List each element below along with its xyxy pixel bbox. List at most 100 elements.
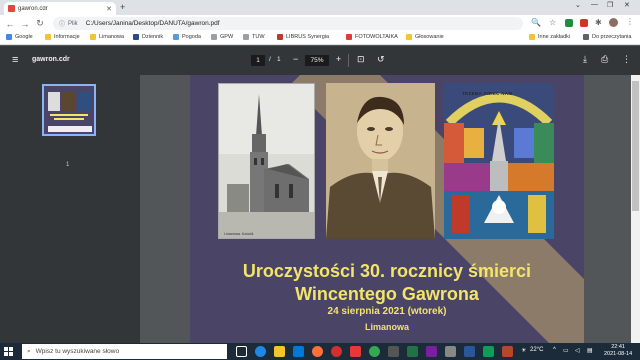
page-number-input[interactable]: 1: [251, 55, 265, 66]
rotate-icon[interactable]: ↺: [377, 54, 385, 65]
bookmark-item[interactable]: Pogoda: [173, 34, 201, 40]
extension-icon[interactable]: [580, 19, 588, 27]
search-icon: ⌕: [27, 347, 31, 355]
firefox-icon[interactable]: [312, 346, 323, 357]
weather-icon[interactable]: ☀: [521, 347, 526, 354]
bookmark-item[interactable]: FOTOWOLTAIKA: [346, 34, 398, 40]
dziennik-icon: [133, 34, 139, 40]
fit-to-page-icon[interactable]: ⊡: [357, 54, 365, 65]
system-clock[interactable]: 22:41 2021-08-14: [604, 344, 632, 358]
app-icon[interactable]: [483, 346, 494, 357]
tab-search-icon[interactable]: ⌄: [575, 1, 581, 9]
extensions-puzzle-icon[interactable]: ✱: [595, 18, 602, 27]
back-icon[interactable]: ←: [4, 19, 16, 29]
hamburger-menu-icon[interactable]: ≡: [12, 54, 18, 66]
bookmark-item[interactable]: Dziennik: [133, 34, 163, 40]
taskbar-search-input[interactable]: ⌕ Wpisz tu wyszukiwane słowo: [22, 344, 227, 359]
clock-time: 22:41: [611, 344, 625, 350]
stained-glass-image: TRZEBA SWIEC NAM: [444, 83, 554, 239]
file-explorer-icon[interactable]: [274, 346, 285, 357]
task-view-icon[interactable]: [236, 346, 247, 357]
zoom-out-icon[interactable]: −: [293, 54, 298, 64]
reload-icon[interactable]: ↻: [34, 18, 46, 29]
folder-icon: [90, 34, 96, 40]
profile-avatar[interactable]: [609, 18, 618, 27]
bookmark-item[interactable]: Do przeczytania: [583, 34, 631, 40]
thumbnail-page-number: 1: [66, 162, 70, 168]
edge-icon[interactable]: [255, 346, 266, 357]
thumbnail-sidebar: 1: [0, 75, 140, 343]
word-icon[interactable]: [464, 346, 475, 357]
address-url[interactable]: C:/Users/Janina/Desktop/DANUTA/gawron.pd…: [86, 20, 220, 27]
powerpoint-icon[interactable]: [502, 346, 513, 357]
pdf-page: Limanowa. Kościół. TRZEBA SWIEC NAM Uroc…: [190, 75, 584, 343]
thumb-logos: [48, 126, 92, 132]
temperature[interactable]: 22°C: [530, 347, 543, 353]
bookmark-item[interactable]: Inne zakładki: [529, 34, 570, 40]
windows-taskbar: ⌕ Wpisz tu wyszukiwane słowo ☀ 22°C ^ ▭ …: [0, 343, 640, 360]
minimize-icon[interactable]: —: [591, 1, 598, 8]
tray-chevron-icon[interactable]: ^: [553, 347, 556, 353]
reading-list-icon: [583, 34, 589, 40]
print-icon[interactable]: ⎙: [601, 54, 608, 65]
zoom-input[interactable]: 75%: [305, 55, 329, 66]
thumb-text: [54, 118, 84, 120]
new-tab-icon[interactable]: +: [120, 2, 125, 13]
page-thumbnail[interactable]: [42, 84, 96, 136]
scrollbar-thumb[interactable]: [632, 81, 639, 211]
bookmark-item[interactable]: Google: [6, 34, 33, 40]
app-icon[interactable]: [350, 346, 361, 357]
tab-strip: gawron.cdr ✕ + ⌄ — ❐ ✕: [0, 0, 640, 15]
app-icon[interactable]: [388, 346, 399, 357]
opera-icon[interactable]: [331, 346, 342, 357]
thumb-text: [50, 114, 88, 116]
volume-icon[interactable]: ◁: [575, 347, 580, 354]
bookmark-item[interactable]: GPW: [211, 34, 233, 40]
extension-icon[interactable]: [565, 19, 573, 27]
bookmark-item[interactable]: Limanowa: [90, 34, 124, 40]
chrome-icon[interactable]: [369, 346, 380, 357]
close-window-icon[interactable]: ✕: [624, 1, 630, 9]
folder-icon: [529, 34, 535, 40]
tab-title: gawron.cdr: [18, 5, 48, 12]
bookmark-item[interactable]: Informacje: [45, 34, 80, 40]
clock-date: 2021-08-14: [604, 351, 633, 357]
more-options-icon[interactable]: ⋮: [622, 54, 631, 65]
store-icon[interactable]: [293, 346, 304, 357]
taskbar-search-placeholder: Wpisz tu wyszukiwane słowo: [35, 348, 120, 355]
excel-icon[interactable]: [407, 346, 418, 357]
pdf-toolbar: ≡ gawron.cdr 1 / 1 − 75% + ⊡ ↺ ⤓ ⎙ ⋮: [0, 46, 640, 75]
tab-close-icon[interactable]: ✕: [106, 5, 112, 13]
folder-icon: [45, 34, 51, 40]
onenote-icon[interactable]: [426, 346, 437, 357]
restore-icon[interactable]: ❐: [607, 1, 613, 9]
zoom-search-icon[interactable]: 🔍: [531, 18, 541, 27]
bookmark-item[interactable]: Głosowanie: [406, 34, 444, 40]
librus-icon: [277, 34, 283, 40]
tuw-icon: [243, 34, 249, 40]
bookmark-item[interactable]: TUW: [243, 34, 265, 40]
bookmark-item[interactable]: LIBRUS Synergia: [277, 34, 329, 40]
bookmark-star-icon[interactable]: ☆: [549, 18, 556, 27]
forward-icon[interactable]: →: [19, 19, 31, 29]
windows-start-icon[interactable]: [0, 343, 16, 360]
church-postcard-image: Limanowa. Kościół.: [218, 83, 315, 239]
address-bar[interactable]: ⓘ Plik C:/Users/Janina/Desktop/DANUTA/ga…: [53, 17, 523, 30]
browser-tab[interactable]: gawron.cdr ✕: [4, 2, 116, 15]
app-icon[interactable]: [445, 346, 456, 357]
menu-dots-icon[interactable]: ⋮: [626, 17, 634, 26]
download-icon[interactable]: ⤓: [583, 54, 587, 65]
network-icon[interactable]: ▭: [563, 347, 569, 354]
event-place: Limanowa: [364, 322, 409, 332]
pdf-file-title: gawron.cdr: [32, 56, 70, 63]
language-icon[interactable]: ▤: [587, 347, 593, 354]
gpw-icon: [211, 34, 217, 40]
event-title-line2: Wincentego Gawrona: [295, 284, 479, 304]
vertical-scrollbar[interactable]: [631, 75, 640, 343]
total-pages: 1: [277, 56, 281, 63]
pdf-favicon-icon: [8, 5, 15, 12]
thumb-photo: [62, 92, 76, 111]
folder-icon: [406, 34, 412, 40]
zoom-in-icon[interactable]: +: [336, 54, 341, 64]
info-icon[interactable]: ⓘ: [59, 19, 65, 28]
